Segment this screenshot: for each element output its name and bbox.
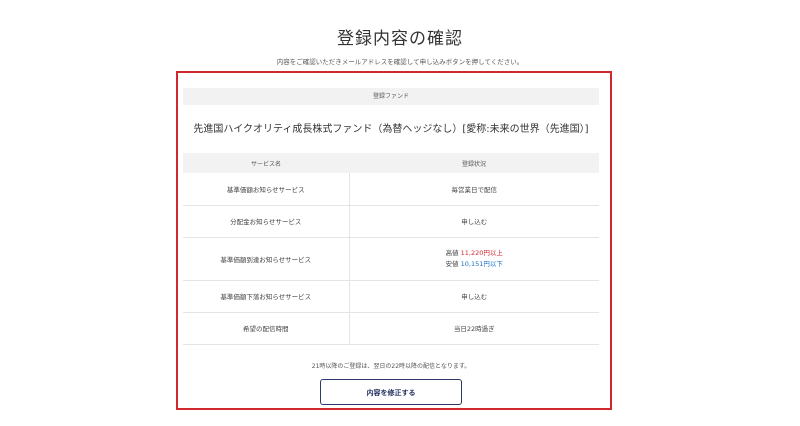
service-name-price-reach-notice: 基準価額到達お知らせサービス <box>183 237 350 281</box>
header-service-name: サービス名 <box>183 153 349 173</box>
page-description: 内容をご確認いただきメールアドレスを確認して申し込みボタンを押してください。 <box>276 58 524 66</box>
table-row: 分配金お知らせサービス 申し込む <box>183 205 599 238</box>
low-price-value: 10,151円以下 <box>460 259 503 268</box>
high-price-value: 11,220円以上 <box>460 248 503 257</box>
status-price-drop-notice: 申し込む <box>349 280 599 313</box>
header-status: 登録状況 <box>349 153 599 173</box>
fund-name: 先進国ハイクオリティ成長株式ファンド（為替ヘッジなし）[愛称:未来の世界（先進国… <box>193 124 589 135</box>
table-row: 基準価額下落お知らせサービス 申し込む <box>183 280 599 313</box>
registration-note: 21時以降のご登録は、翌日の22時以降の配信となります。 <box>311 363 471 370</box>
service-name-delivery-time: 希望の配信時間 <box>183 312 350 345</box>
table-row: 基準価額到達お知らせサービス 高値 11,220円以上 安値 10,151円以下 <box>183 237 600 281</box>
table-row: 基準価額お知らせサービス 毎営業日で配信 <box>183 173 599 206</box>
page-title: 登録内容の確認 <box>337 29 463 49</box>
high-price-line: 高値 11,220円以上 <box>350 248 600 259</box>
table-header-row: サービス名 登録状況 <box>183 153 599 173</box>
high-price-label: 高値 <box>445 248 459 257</box>
fund-section-header: 登録ファンド <box>183 88 599 105</box>
service-name-price-drop-notice: 基準価額下落お知らせサービス <box>183 280 350 313</box>
low-price-line: 安値 10,151円以下 <box>350 259 600 270</box>
edit-content-button[interactable]: 内容を修正する <box>320 379 462 405</box>
low-price-label: 安値 <box>445 259 459 268</box>
service-table: サービス名 登録状況 基準価額お知らせサービス 毎営業日で配信 分配金お知らせサ… <box>183 153 599 345</box>
service-name-nav-notice: 基準価額お知らせサービス <box>183 173 350 206</box>
status-price-reach-notice: 高値 11,220円以上 安値 10,151円以下 <box>349 237 600 281</box>
table-row: 希望の配信時間 当日22時過ぎ <box>183 312 599 345</box>
status-delivery-time: 当日22時過ぎ <box>349 312 599 345</box>
service-name-dividend-notice: 分配金お知らせサービス <box>183 205 350 238</box>
status-dividend-notice: 申し込む <box>349 205 599 238</box>
status-nav-notice: 毎営業日で配信 <box>349 173 599 206</box>
